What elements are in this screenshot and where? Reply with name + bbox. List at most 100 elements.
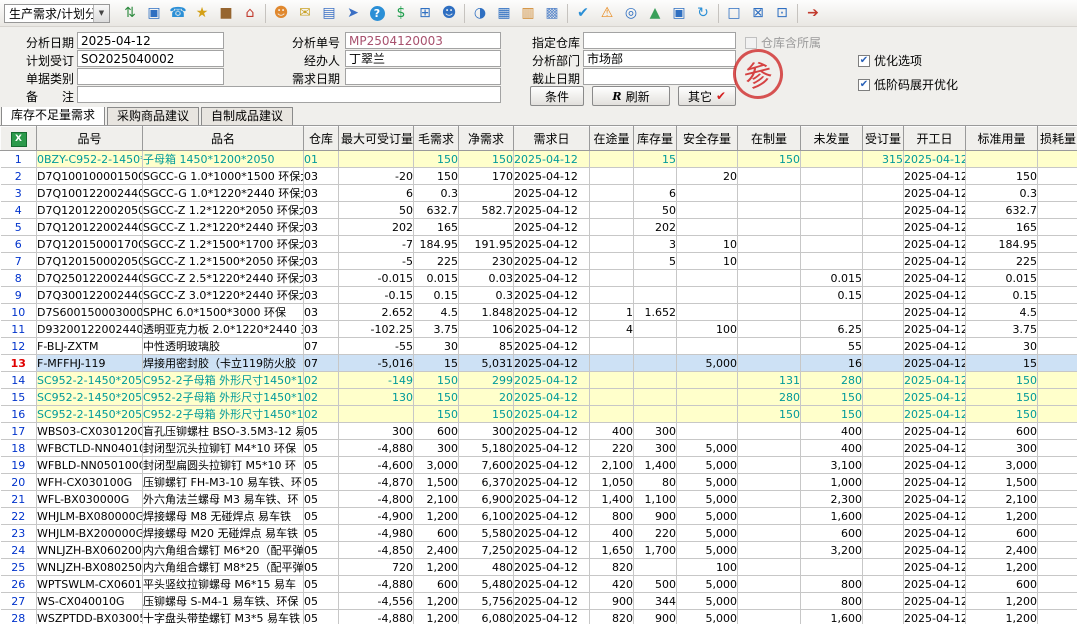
cell[interactable]: 191.95	[459, 236, 514, 253]
row-number[interactable]: 2	[1, 168, 37, 185]
cell[interactable]: 1,200	[414, 610, 459, 624]
cell[interactable]: D7Q1001220024400G	[37, 185, 143, 202]
chevron-down-icon[interactable]: ▼	[93, 5, 109, 22]
handler-input[interactable]	[345, 50, 501, 67]
cell[interactable]: 150	[966, 168, 1038, 185]
cell[interactable]	[863, 423, 904, 440]
cell[interactable]	[738, 219, 801, 236]
cell[interactable]: 2025-04-12	[904, 457, 966, 474]
cell[interactable]: 1,200	[414, 559, 459, 576]
cell[interactable]: SC952-2-1450*2050-1	[37, 372, 143, 389]
network-icon[interactable]: ▲	[643, 2, 667, 24]
cell[interactable]: 03	[304, 304, 339, 321]
row-number[interactable]: 20	[1, 474, 37, 491]
cell[interactable]: F-BLJ-ZXTM	[37, 338, 143, 355]
cell[interactable]	[738, 508, 801, 525]
cell[interactable]: 80	[634, 474, 677, 491]
cell[interactable]	[590, 389, 634, 406]
cell[interactable]: WHJLM-BX200000G	[37, 525, 143, 542]
cell[interactable]: 130	[339, 389, 414, 406]
cell[interactable]: 2025-04-12	[904, 593, 966, 610]
cell[interactable]: 02	[304, 389, 339, 406]
cell[interactable]: 30	[966, 338, 1038, 355]
money-icon[interactable]: $	[389, 2, 413, 24]
cell[interactable]: 0.03	[459, 270, 514, 287]
cell[interactable]: C952-2子母箱 外形尺寸1450*12	[143, 389, 304, 406]
row-number[interactable]: 28	[1, 610, 37, 624]
cell[interactable]: 2025-04-12	[904, 440, 966, 457]
cell[interactable]	[738, 593, 801, 610]
cell[interactable]	[677, 304, 738, 321]
cell[interactable]: 165	[414, 219, 459, 236]
cell[interactable]: 150	[414, 389, 459, 406]
cell[interactable]: 300	[634, 440, 677, 457]
cell[interactable]: 400	[590, 423, 634, 440]
cell[interactable]: 5,000	[677, 576, 738, 593]
cell[interactable]	[863, 440, 904, 457]
cell[interactable]: 2025-04-12	[514, 236, 590, 253]
cell[interactable]: 1,200	[966, 508, 1038, 525]
table-row[interactable]: 8D7Q2501220024400GSGCC-Z 2.5*1220*2440 环…	[1, 270, 1077, 287]
cell[interactable]: 2025-04-12	[904, 508, 966, 525]
table-row[interactable]: 20WFH-CX030100G压铆螺钉 FH-M3-10 易车铁、环05-4,8…	[1, 474, 1077, 491]
cell[interactable]	[863, 389, 904, 406]
cell[interactable]	[677, 389, 738, 406]
cell[interactable]	[339, 406, 414, 423]
cell[interactable]	[863, 406, 904, 423]
cell[interactable]	[863, 168, 904, 185]
cell[interactable]: -5,016	[339, 355, 414, 372]
cell[interactable]: 300	[414, 440, 459, 457]
cell[interactable]: 6.25	[801, 321, 863, 338]
cell[interactable]: 1,600	[801, 610, 863, 624]
cell[interactable]	[863, 338, 904, 355]
approve-icon[interactable]: ✔	[571, 2, 595, 24]
home-icon[interactable]: ⌂	[238, 2, 262, 24]
column-header[interactable]: 毛需求	[414, 127, 459, 151]
workflow-icon[interactable]: ⇅	[118, 2, 142, 24]
cell[interactable]: 2025-04-12	[514, 321, 590, 338]
cell[interactable]: 1,500	[414, 474, 459, 491]
cell[interactable]: 1,000	[801, 474, 863, 491]
cell[interactable]: 720	[339, 559, 414, 576]
cell[interactable]: 500	[634, 576, 677, 593]
cell[interactable]: 280	[801, 372, 863, 389]
cell[interactable]: 1,700	[634, 542, 677, 559]
cell[interactable]: SGCC-Z 1.2*1500*1700 环保大	[143, 236, 304, 253]
cell[interactable]: 2,100	[414, 491, 459, 508]
cell[interactable]	[590, 236, 634, 253]
cell[interactable]: 800	[801, 593, 863, 610]
cell[interactable]	[1038, 474, 1077, 491]
cell[interactable]: 7,250	[459, 542, 514, 559]
cell[interactable]: 2025-04-12	[904, 525, 966, 542]
cell[interactable]	[1038, 236, 1077, 253]
cell[interactable]: 4.5	[966, 304, 1038, 321]
cell[interactable]: 2025-04-12	[904, 389, 966, 406]
cell[interactable]: 01	[304, 151, 339, 168]
cell[interactable]: 压铆螺钉 FH-M3-10 易车铁、环	[143, 474, 304, 491]
cell[interactable]: 2025-04-12	[904, 559, 966, 576]
table-row[interactable]: 11D932001220024400G透明亚克力板 2.0*1220*2440 …	[1, 321, 1077, 338]
cell[interactable]	[863, 253, 904, 270]
cell[interactable]: 05	[304, 423, 339, 440]
cell[interactable]: 1,600	[801, 508, 863, 525]
cell[interactable]	[738, 525, 801, 542]
table-row[interactable]: 5D7Q1201220024400GSGCC-Z 1.2*1220*2440 环…	[1, 219, 1077, 236]
cell[interactable]: 2025-04-12	[514, 202, 590, 219]
cell[interactable]: 150	[966, 406, 1038, 423]
cell[interactable]	[590, 185, 634, 202]
cell[interactable]: 632.7	[414, 202, 459, 219]
cell[interactable]	[863, 202, 904, 219]
table-row[interactable]: 13F-MFFHJ-119焊接用密封胶（卡立119防火胶07-5,016155,…	[1, 355, 1077, 372]
cell[interactable]: 480	[459, 559, 514, 576]
cell[interactable]	[738, 287, 801, 304]
archive-icon[interactable]: ▥	[516, 2, 540, 24]
cell[interactable]: WFH-CX030100G	[37, 474, 143, 491]
cell[interactable]: -0.15	[339, 287, 414, 304]
cell[interactable]: 900	[634, 508, 677, 525]
cell[interactable]	[738, 440, 801, 457]
table-row[interactable]: 9D7Q3001220024400GSGCC-Z 3.0*1220*2440 环…	[1, 287, 1077, 304]
table-row[interactable]: 10BZY-C952-2-1450*2050子母箱 1450*1200*2050…	[1, 151, 1077, 168]
cell[interactable]: 5,180	[459, 440, 514, 457]
cell[interactable]: 2025-04-12	[904, 338, 966, 355]
cell[interactable]: 02	[304, 372, 339, 389]
